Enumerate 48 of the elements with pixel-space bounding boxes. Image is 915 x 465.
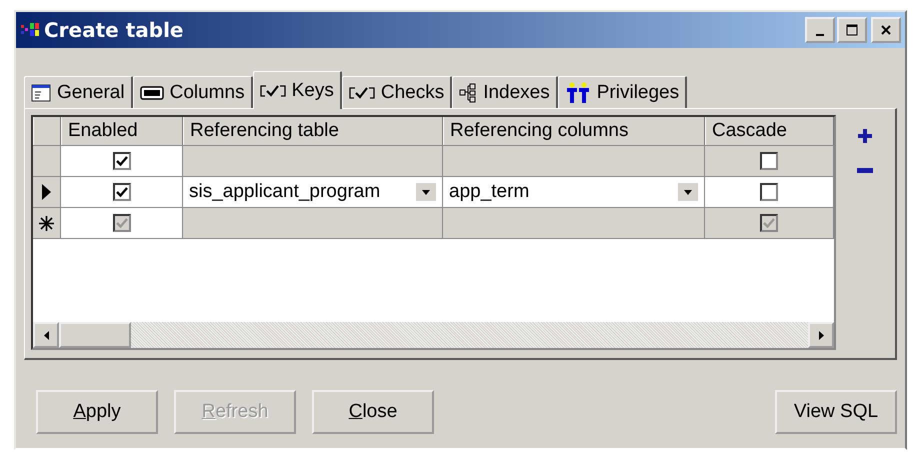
window-title: Create table (44, 18, 184, 42)
checkbox[interactable] (760, 183, 778, 201)
tab[interactable]: Indexes (452, 76, 558, 108)
maximize-icon (846, 24, 858, 36)
tab[interactable]: Privileges (558, 76, 688, 108)
asterisk-icon (39, 216, 54, 230)
scrollbar-thumb[interactable] (59, 322, 131, 348)
row-header[interactable] (33, 177, 61, 207)
right-arrow-icon (818, 330, 824, 340)
minimize-button[interactable] (805, 17, 835, 43)
app-icon (20, 22, 40, 38)
key-check-icon (348, 86, 375, 100)
caret-icon (422, 190, 430, 194)
dialog-button[interactable]: Close (312, 390, 434, 434)
left-arrow-icon (44, 330, 48, 340)
scroll-left-button[interactable] (33, 322, 59, 348)
scroll-right-button[interactable] (808, 322, 834, 348)
form-icon (31, 84, 51, 102)
horizontal-scrollbar[interactable] (33, 322, 834, 348)
table-cell: sis_applicant_program (189, 181, 380, 203)
minus-icon (856, 168, 872, 172)
checkbox[interactable] (112, 152, 130, 170)
view-sql-button[interactable]: View SQL (775, 390, 897, 434)
users-icon (564, 82, 591, 104)
checkbox[interactable] (112, 183, 130, 201)
close-icon (880, 24, 892, 36)
column-header[interactable]: Referencing columns (443, 117, 705, 145)
plus-icon (858, 129, 872, 143)
tab[interactable]: Keys (252, 71, 342, 109)
tab[interactable]: Checks (342, 76, 452, 108)
tree-icon (459, 82, 478, 102)
column-header[interactable]: Enabled (61, 117, 183, 145)
checkbox[interactable] (760, 152, 778, 170)
tab[interactable]: General (24, 76, 133, 108)
dropdown-button[interactable] (416, 183, 436, 201)
dialog-button[interactable]: Apply (36, 390, 158, 434)
column-icon (140, 86, 164, 100)
column-header[interactable]: Cascade (705, 117, 834, 145)
caret-icon (684, 190, 692, 194)
key-check-icon (260, 84, 286, 98)
table-cell: app_term (449, 181, 530, 203)
minimize-icon (816, 34, 824, 36)
close-button[interactable] (871, 17, 901, 43)
dropdown-button[interactable] (678, 183, 698, 201)
column-header[interactable]: Referencing table (183, 117, 443, 145)
current-row-icon (42, 184, 51, 200)
tab[interactable]: Columns (132, 76, 253, 108)
maximize-button[interactable] (837, 17, 867, 43)
